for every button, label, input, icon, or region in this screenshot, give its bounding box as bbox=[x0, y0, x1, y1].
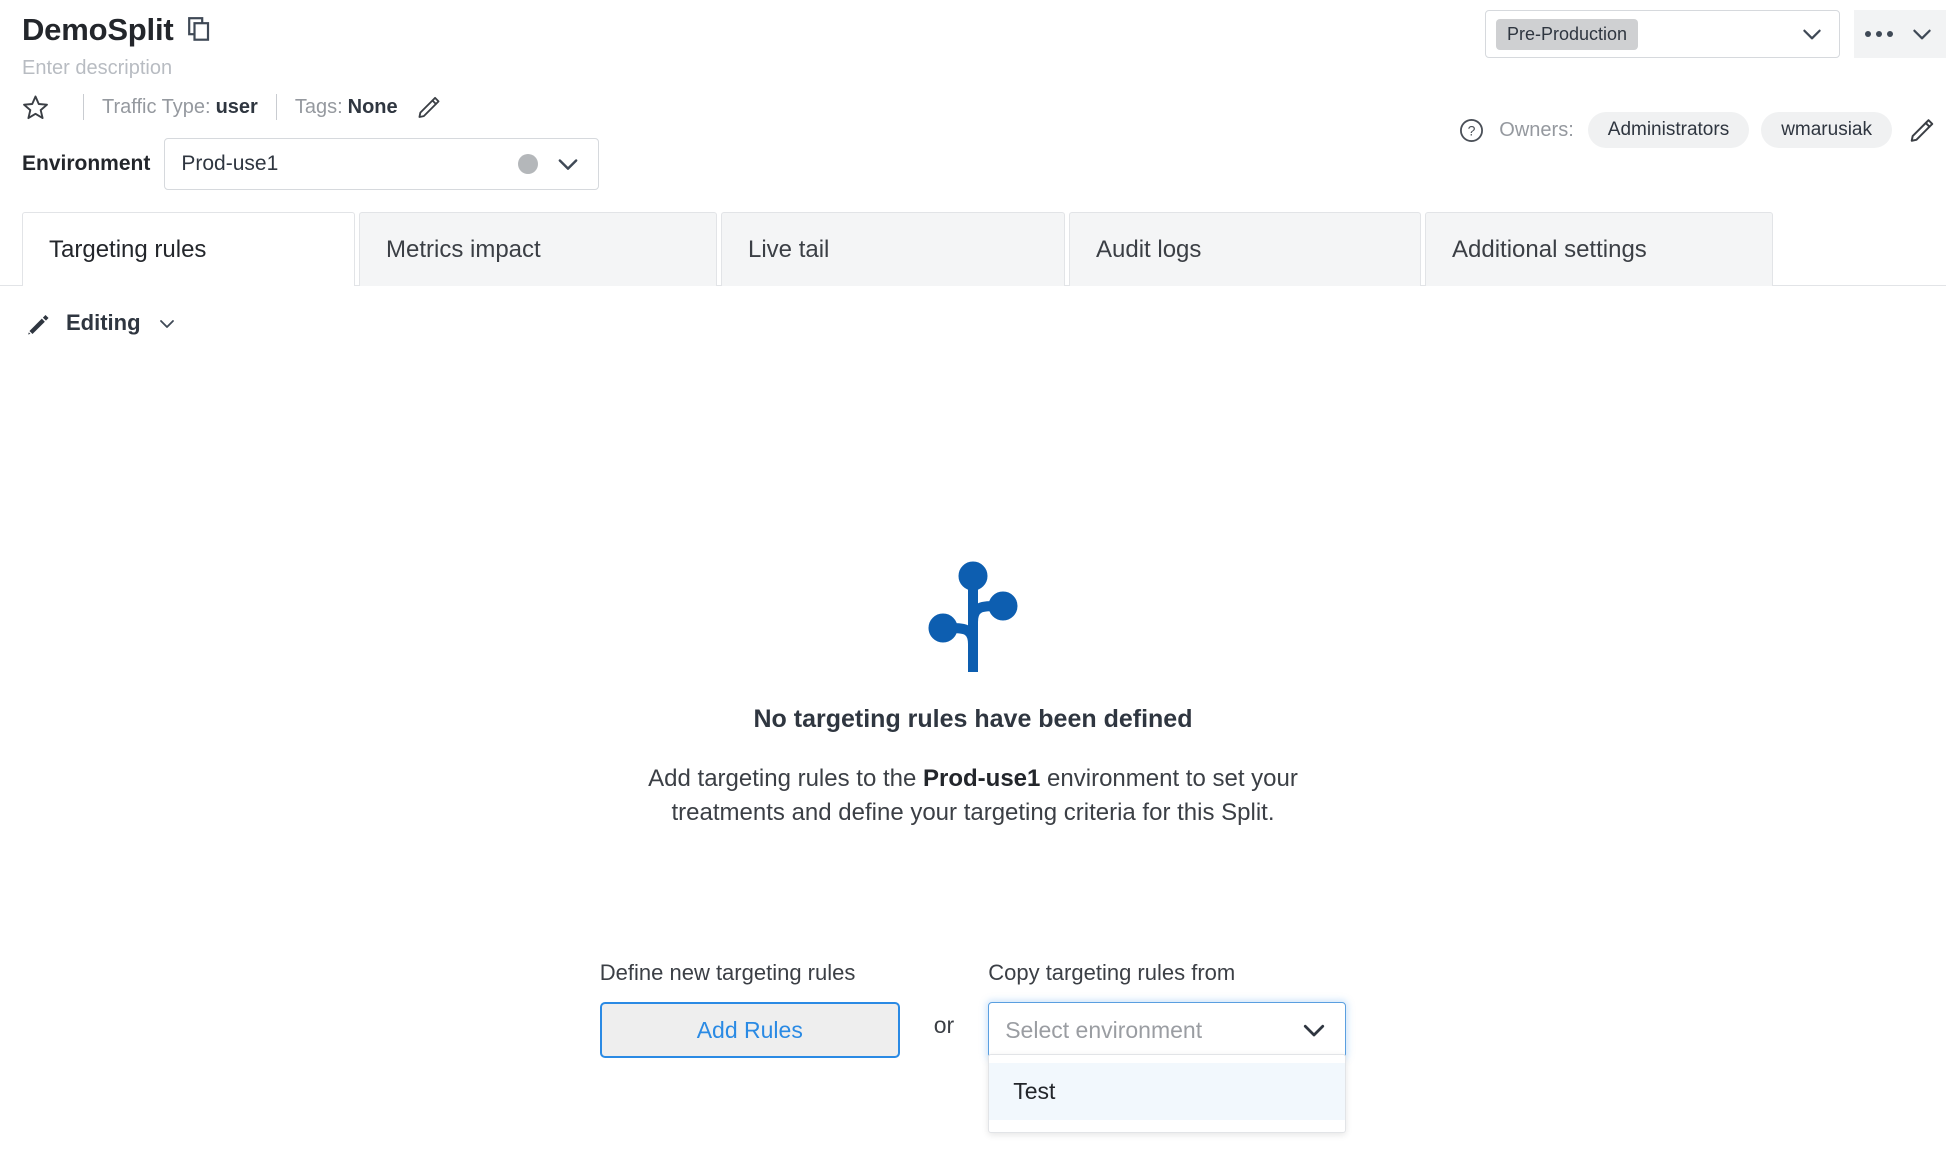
owner-pill-administrators[interactable]: Administrators bbox=[1587, 112, 1750, 148]
page-header: DemoSplit Enter description Traffic Type… bbox=[0, 0, 1946, 148]
svg-text:?: ? bbox=[1468, 122, 1476, 138]
editing-status-control[interactable]: Editing bbox=[0, 286, 230, 336]
tab-label: Audit logs bbox=[1096, 235, 1202, 263]
environment-status-dot bbox=[518, 154, 539, 174]
add-rules-button[interactable]: Add Rules bbox=[599, 1002, 900, 1058]
empty-desc-part1: Add targeting rules to the bbox=[648, 765, 923, 792]
tab-label: Targeting rules bbox=[49, 235, 207, 263]
tags-value: None bbox=[347, 95, 398, 118]
owners-row: ? Owners: Administrators wmarusiak bbox=[1458, 112, 1936, 148]
environment-selected-value: Prod-use1 bbox=[181, 152, 279, 175]
copy-environment-select[interactable]: Select environment bbox=[988, 1002, 1347, 1058]
copy-rules-column: Copy targeting rules from Select environ… bbox=[988, 960, 1347, 1133]
copy-icon[interactable] bbox=[187, 17, 210, 41]
owner-pill-wmarusiak[interactable]: wmarusiak bbox=[1761, 112, 1892, 148]
edit-tags-pencil-icon[interactable] bbox=[416, 94, 442, 120]
traffic-type-label: Traffic Type: bbox=[102, 95, 211, 118]
owners-label: Owners: bbox=[1499, 118, 1574, 141]
empty-desc-environment: Prod-use1 bbox=[923, 765, 1041, 792]
page-title: DemoSplit bbox=[22, 11, 174, 47]
pencil-filled-icon bbox=[26, 310, 52, 336]
tab-additional-settings[interactable]: Additional settings bbox=[1425, 212, 1773, 286]
star-icon[interactable] bbox=[22, 94, 49, 121]
environment-select[interactable]: Prod-use1 bbox=[164, 138, 600, 190]
header-actions: Pre-Production bbox=[1485, 10, 1946, 58]
tab-live-tail[interactable]: Live tail bbox=[721, 212, 1065, 286]
scope-select[interactable]: Pre-Production bbox=[1485, 10, 1840, 58]
more-actions-button[interactable] bbox=[1854, 10, 1946, 58]
chevron-down-icon bbox=[155, 311, 179, 335]
editing-label: Editing bbox=[66, 310, 141, 335]
question-circle-icon[interactable]: ? bbox=[1458, 117, 1485, 144]
chevron-down-icon bbox=[1909, 21, 1935, 47]
copy-rules-caption: Copy targeting rules from bbox=[988, 960, 1236, 985]
tab-metrics-impact[interactable]: Metrics impact bbox=[359, 212, 717, 286]
divider bbox=[83, 94, 84, 120]
copy-environment-dropdown: Test bbox=[988, 1054, 1347, 1133]
define-rules-column: Define new targeting rules Add Rules bbox=[599, 960, 900, 1058]
chevron-down-icon bbox=[1299, 1015, 1329, 1045]
environment-label: Environment bbox=[22, 152, 151, 175]
chevron-down-icon bbox=[1799, 21, 1825, 47]
empty-state: No targeting rules have been defined Add… bbox=[0, 560, 1946, 830]
tab-bar: Targeting rules Metrics impact Live tail… bbox=[0, 212, 1946, 287]
scope-pill: Pre-Production bbox=[1496, 18, 1639, 50]
dropdown-option-test[interactable]: Test bbox=[989, 1063, 1346, 1120]
tab-label: Live tail bbox=[748, 235, 830, 263]
tab-audit-logs[interactable]: Audit logs bbox=[1069, 212, 1421, 286]
divider bbox=[275, 94, 277, 120]
define-rules-caption: Define new targeting rules bbox=[599, 960, 856, 985]
ellipsis-icon bbox=[1865, 31, 1893, 37]
empty-state-title: No targeting rules have been defined bbox=[753, 705, 1193, 733]
or-separator-label: or bbox=[933, 1012, 955, 1038]
empty-state-actions: Define new targeting rules Add Rules or … bbox=[0, 960, 1946, 1133]
tab-targeting-rules[interactable]: Targeting rules bbox=[22, 212, 355, 287]
chevron-down-icon bbox=[554, 150, 582, 178]
tab-label: Additional settings bbox=[1452, 235, 1647, 263]
copy-environment-placeholder: Select environment bbox=[1005, 1016, 1203, 1043]
branch-split-icon bbox=[913, 560, 1033, 683]
traffic-type-value: user bbox=[215, 95, 258, 118]
empty-state-description: Add targeting rules to the Prod-use1 env… bbox=[593, 762, 1353, 830]
tab-label: Metrics impact bbox=[386, 235, 541, 263]
tags-label: Tags: bbox=[294, 95, 343, 118]
edit-owners-pencil-icon[interactable] bbox=[1908, 116, 1936, 144]
